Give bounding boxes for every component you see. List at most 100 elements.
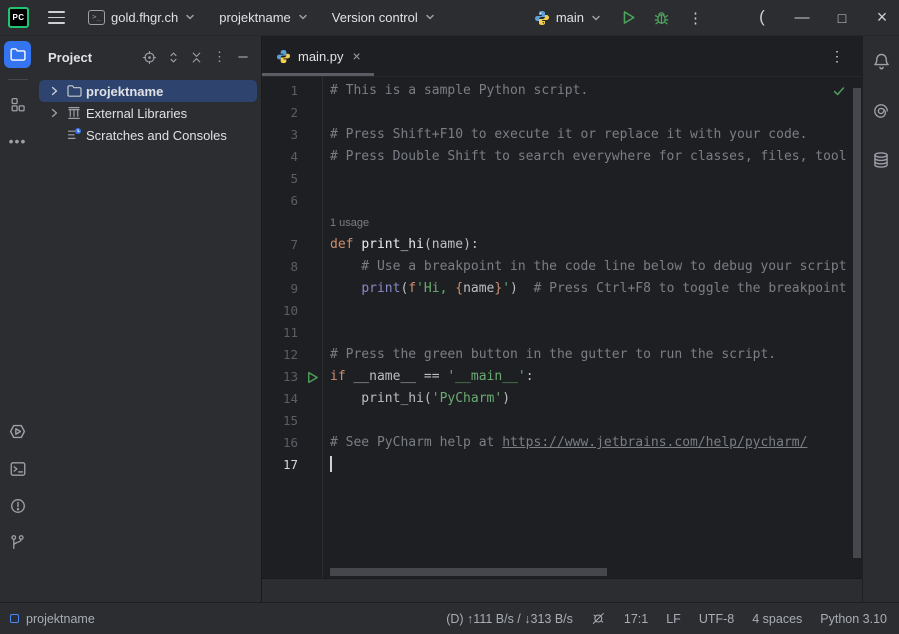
code-token: (name): <box>424 237 479 252</box>
horizontal-scrollbar-thumb[interactable] <box>330 568 607 576</box>
run-button[interactable] <box>616 5 641 30</box>
gutter <box>298 190 330 212</box>
structure-tool-window-button[interactable] <box>4 91 31 118</box>
code-editor[interactable]: 1# This is a sample Python script.23# Pr… <box>262 77 862 578</box>
text-caret <box>330 456 332 472</box>
more-tool-windows-button[interactable]: ••• <box>4 127 31 154</box>
vcs-widget[interactable]: Version control <box>328 6 440 29</box>
code-row[interactable]: 15 <box>262 410 852 432</box>
code-row[interactable]: 7def print_hi(name): <box>262 234 852 256</box>
code-row[interactable]: 2 <box>262 102 852 124</box>
tab-close-icon[interactable]: × <box>353 49 361 63</box>
code-row[interactable]: 8 # Use a breakpoint in the code line be… <box>262 256 852 278</box>
library-icon <box>65 105 82 121</box>
minimize-button[interactable]: — <box>785 0 819 35</box>
project-widget[interactable]: projektname <box>215 6 313 29</box>
line-number[interactable]: 5 <box>262 168 298 190</box>
line-separator-widget[interactable]: LF <box>666 610 681 628</box>
ai-assistant-icon <box>872 102 890 120</box>
file-encoding-widget[interactable]: UTF-8 <box>699 610 734 628</box>
tree-item-projektname[interactable]: projektname <box>39 80 257 102</box>
moon-button[interactable]: ( <box>745 0 779 34</box>
run-line-icon[interactable] <box>305 370 320 385</box>
ai-assistant-button[interactable] <box>868 97 895 124</box>
close-button[interactable]: × <box>865 0 899 35</box>
tree-item-scratches[interactable]: Scratches and Consoles <box>39 124 257 146</box>
database-button[interactable] <box>868 146 895 173</box>
maximize-button[interactable]: □ <box>825 0 859 35</box>
code-row[interactable]: 13if __name__ == '__main__': <box>262 366 852 388</box>
run-tool-window-button[interactable] <box>4 418 31 445</box>
project-tool-window-button[interactable] <box>4 41 31 68</box>
chevron-right-icon[interactable] <box>47 85 61 97</box>
line-number[interactable]: 8 <box>262 256 298 278</box>
debug-button[interactable] <box>649 5 674 30</box>
network-stats-widget[interactable]: (D) ↑111 B/s / ↓313 B/s <box>446 610 573 628</box>
editor-options-button[interactable]: ⋮ <box>822 45 852 67</box>
line-number[interactable]: 3 <box>262 124 298 146</box>
collapse-all-button[interactable] <box>187 48 206 67</box>
line-number[interactable]: 12 <box>262 344 298 366</box>
code-row[interactable]: 9 print(f'Hi, {name}') # Press Ctrl+F8 t… <box>262 278 852 300</box>
line-separator-label: LF <box>666 612 681 626</box>
indent-widget[interactable]: 4 spaces <box>752 610 802 628</box>
code-row[interactable]: 17 <box>262 454 852 476</box>
line-number[interactable]: 15 <box>262 410 298 432</box>
remote-host-selector[interactable]: >_ gold.fhgr.ch <box>84 6 200 29</box>
more-actions-button[interactable]: ⋮ <box>684 5 707 31</box>
chevron-right-icon[interactable] <box>47 107 61 119</box>
interpreter-widget[interactable]: Python 3.10 <box>820 610 887 628</box>
line-number[interactable]: 6 <box>262 190 298 212</box>
line-number[interactable]: 10 <box>262 300 298 322</box>
vertical-scrollbar[interactable] <box>852 77 862 578</box>
usage-hint[interactable]: 1 usage <box>330 212 852 234</box>
code-row[interactable]: 1# This is a sample Python script. <box>262 80 852 102</box>
close-icon: × <box>877 7 888 28</box>
editor-area: main.py × ⋮ 1# This is a sample Python s… <box>262 36 862 602</box>
notifications-button[interactable] <box>868 48 895 75</box>
usage-inlay-row[interactable]: 1 usage <box>262 212 852 234</box>
hide-panel-button[interactable] <box>233 47 253 67</box>
line-number[interactable]: 17 <box>262 454 298 476</box>
problems-tool-window-button[interactable] <box>4 492 31 519</box>
tab-main-py[interactable]: main.py × <box>262 36 374 76</box>
code-token: ' <box>502 281 510 296</box>
line-number[interactable]: 9 <box>262 278 298 300</box>
tree-item-external-libraries[interactable]: External Libraries <box>39 102 257 124</box>
code-row[interactable]: 3# Press Shift+F10 to execute it or repl… <box>262 124 852 146</box>
terminal-tool-window-button[interactable] <box>4 455 31 482</box>
caret-position-widget[interactable]: 17:1 <box>624 610 648 628</box>
line-number[interactable]: 14 <box>262 388 298 410</box>
line-number[interactable]: 1 <box>262 80 298 102</box>
main-menu-button[interactable] <box>44 5 69 29</box>
line-number[interactable]: 11 <box>262 322 298 344</box>
code-row[interactable]: 10 <box>262 300 852 322</box>
inspections-ok-icon[interactable] <box>832 84 846 98</box>
hyperlink[interactable]: https://www.jetbrains.com/help/pycharm/ <box>502 435 807 450</box>
line-number[interactable]: 13 <box>262 366 298 388</box>
code-row[interactable]: 5 <box>262 168 852 190</box>
code-row[interactable]: 16# See PyCharm help at https://www.jetb… <box>262 432 852 454</box>
run-config-selector[interactable]: main <box>530 6 606 30</box>
line-number[interactable]: 7 <box>262 234 298 256</box>
code-row[interactable]: 11 <box>262 322 852 344</box>
code-row[interactable]: 14 print_hi('PyCharm') <box>262 388 852 410</box>
line-number[interactable]: 16 <box>262 432 298 454</box>
expand-all-button[interactable] <box>164 48 183 67</box>
panel-options-button[interactable]: ⋮ <box>210 46 229 68</box>
line-number[interactable]: 4 <box>262 146 298 168</box>
debug-bug-icon <box>653 9 670 26</box>
highlighting-level-button[interactable] <box>591 609 606 628</box>
code-row[interactable]: 4# Press Double Shift to search everywhe… <box>262 146 852 168</box>
locate-file-button[interactable] <box>139 47 160 68</box>
vertical-scrollbar-thumb[interactable] <box>853 88 861 558</box>
editor-bottom-strip <box>262 578 862 602</box>
moon-icon: ( <box>759 7 765 27</box>
run-gutter-icon[interactable] <box>298 366 330 388</box>
line-number[interactable]: 2 <box>262 102 298 124</box>
code-row[interactable]: 12# Press the green button in the gutter… <box>262 344 852 366</box>
status-project-widget[interactable]: projektname <box>10 610 95 628</box>
terminal-icon <box>9 460 27 478</box>
code-row[interactable]: 6 <box>262 190 852 212</box>
version-control-tool-window-button[interactable] <box>4 529 31 556</box>
